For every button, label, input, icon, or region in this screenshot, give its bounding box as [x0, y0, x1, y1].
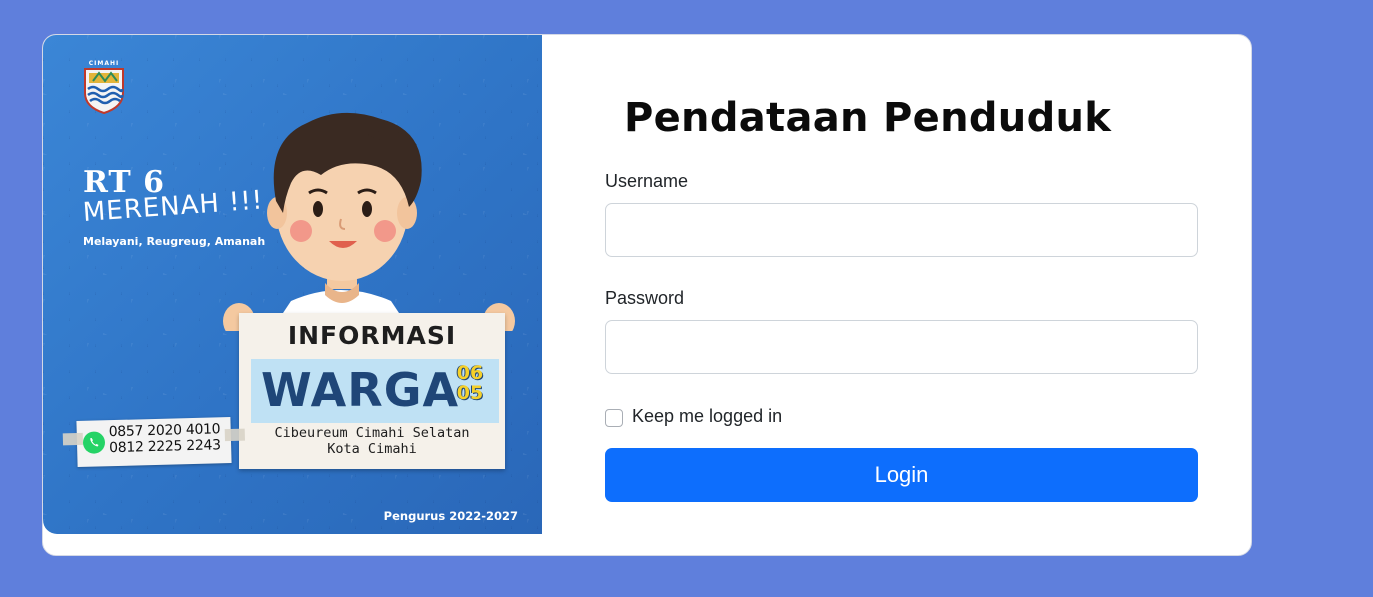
page-title: Pendataan Penduduk: [624, 95, 1112, 141]
whatsapp-icon: [82, 431, 105, 454]
tape-left: [62, 432, 84, 446]
sign-warga: WARGA: [261, 363, 460, 417]
password-label: Password: [605, 288, 685, 308]
city-crest-icon: CIMAHI: [84, 60, 124, 115]
sign-num-top: 06: [456, 362, 484, 384]
remember-me-row[interactable]: Keep me logged in: [605, 405, 782, 427]
sign-rt-rw: 06 05: [453, 363, 487, 403]
mascot-illustration: [223, 112, 515, 331]
phone-number-2: 0812 2225 2243: [108, 437, 221, 457]
phone-numbers: 0857 2020 4010 0812 2225 2243: [109, 421, 221, 456]
username-input[interactable]: [605, 203, 1198, 257]
sign-num-bottom: 05: [456, 382, 484, 404]
password-input[interactable]: [605, 320, 1198, 374]
phone-note: 0857 2020 4010 0812 2225 2243: [62, 416, 245, 468]
sign-location-line2: Kota Cimahi: [327, 441, 417, 457]
banner-image: CIMAHI RT 6 MERENAH !!! Melayani, Reugre…: [43, 35, 542, 534]
remember-me-label[interactable]: Keep me logged in: [632, 406, 782, 427]
sign-title: INFORMASI: [287, 321, 457, 350]
remember-me-checkbox[interactable]: [605, 409, 623, 427]
login-form: Pendataan Penduduk Username Password Kee…: [604, 35, 1198, 555]
svg-text:CIMAHI: CIMAHI: [89, 60, 120, 67]
tape-right: [224, 428, 245, 442]
username-label: Username: [605, 171, 689, 191]
pengurus-period: Pengurus 2022-2027: [383, 509, 518, 523]
sign-location-line1: Cibeureum Cimahi Selatan: [274, 425, 470, 441]
sign-location: Cibeureum Cimahi Selatan Kota Cimahi: [239, 425, 505, 457]
login-button[interactable]: Login: [605, 448, 1198, 502]
info-sign: INFORMASI WARGA 06 05 Cibeureum Cimahi S…: [239, 313, 505, 469]
login-card: CIMAHI RT 6 MERENAH !!! Melayani, Reugre…: [42, 34, 1252, 556]
